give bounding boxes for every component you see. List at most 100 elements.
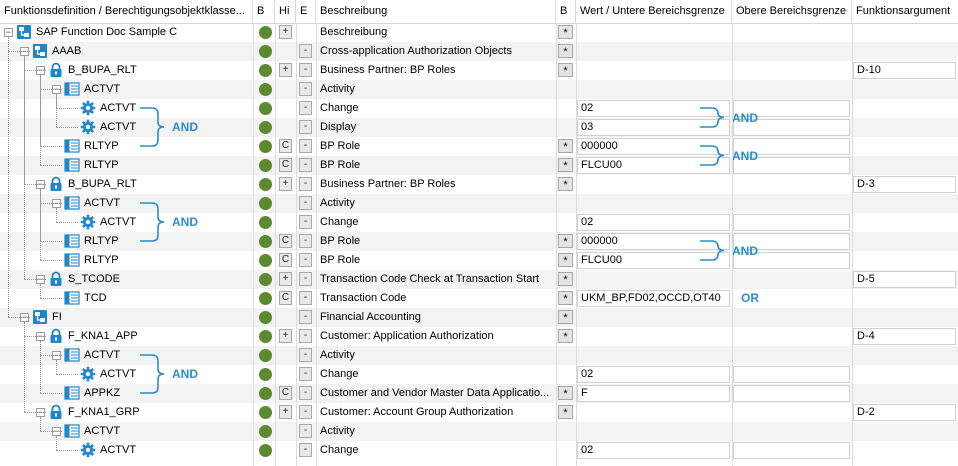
hierarchy-button[interactable]: C <box>279 139 292 153</box>
exclude-button[interactable]: - <box>299 196 312 210</box>
value-help-button[interactable]: * <box>558 291 573 305</box>
table-row[interactable]: − F_KNA1_GRP + - Customer: Account Group Aut… <box>0 403 958 422</box>
hierarchy-button[interactable]: C <box>279 386 292 400</box>
hierarchy-button[interactable]: + <box>279 272 292 286</box>
column-header-function-argument[interactable]: Funktionsargument <box>852 0 958 23</box>
tree-connector <box>40 260 62 261</box>
value-help-button[interactable]: * <box>558 386 573 400</box>
function-argument-field[interactable]: D-5 <box>853 271 956 288</box>
hierarchy-button[interactable]: C <box>279 291 292 305</box>
value-help-button[interactable]: * <box>558 25 573 39</box>
value-help-button[interactable]: * <box>558 158 573 172</box>
exclude-button[interactable]: - <box>299 386 312 400</box>
upper-bound-field[interactable] <box>733 214 850 231</box>
exclude-button[interactable]: - <box>299 405 312 419</box>
hierarchy-button[interactable]: + <box>279 329 292 343</box>
exclude-button[interactable]: - <box>299 63 312 77</box>
column-header-b2[interactable]: B <box>556 0 576 23</box>
exclude-button[interactable]: - <box>299 424 312 438</box>
exclude-button[interactable]: - <box>299 367 312 381</box>
exclude-button[interactable]: - <box>299 253 312 267</box>
lower-bound-field[interactable]: 02 <box>577 366 730 383</box>
table-row[interactable]: − ACTVT - Activity <box>0 422 958 441</box>
gear-icon <box>80 214 96 230</box>
column-header-lower-bound[interactable]: Wert / Untere Bereichsgrenze <box>576 0 732 23</box>
function-argument-field[interactable]: D-4 <box>853 328 956 345</box>
table-row[interactable]: ACTVT - Change 02 <box>0 441 958 460</box>
lower-bound-field[interactable]: 02 <box>577 442 730 459</box>
column-divider <box>316 23 317 466</box>
column-header-b[interactable]: B <box>253 0 275 23</box>
exclude-button[interactable]: - <box>299 44 312 58</box>
value-help-button[interactable]: * <box>558 63 573 77</box>
function-argument-field[interactable]: D-3 <box>853 176 956 193</box>
value-help-button[interactable]: * <box>558 272 573 286</box>
status-dot <box>259 64 272 77</box>
hierarchy-button[interactable]: + <box>279 405 292 419</box>
table-row[interactable]: − FI - Financial Accounting * <box>0 308 958 327</box>
exclude-button[interactable]: - <box>299 120 312 134</box>
exclude-button[interactable]: - <box>299 291 312 305</box>
hierarchy-button[interactable]: + <box>279 63 292 77</box>
hierarchy-button[interactable]: C <box>279 253 292 267</box>
node-label: S_TCODE <box>68 273 120 285</box>
table-row[interactable]: − B_BUPA_RLT + - Business Partner: BP Roles *… <box>0 61 958 80</box>
table-row[interactable]: − S_TCODE + - Transaction Code Check at Tran… <box>0 270 958 289</box>
hierarchy-button[interactable]: C <box>279 234 292 248</box>
exclude-button[interactable]: - <box>299 177 312 191</box>
tree-connector <box>40 298 62 299</box>
exclude-button[interactable]: - <box>299 310 312 324</box>
column-header-hi[interactable]: Hi <box>275 0 296 23</box>
value-help-button[interactable]: * <box>558 329 573 343</box>
column-header-description[interactable]: Beschreibung <box>316 0 556 23</box>
status-dot <box>259 273 272 286</box>
column-header-upper-bound[interactable]: Obere Bereichsgrenze <box>732 0 852 23</box>
value-help-button[interactable]: * <box>558 234 573 248</box>
description-text: Cross-application Authorization Objects <box>320 45 512 57</box>
node-label: ACTVT <box>100 444 137 456</box>
upper-bound-field[interactable] <box>733 366 850 383</box>
value-help-button[interactable]: * <box>558 139 573 153</box>
exclude-button[interactable]: - <box>299 215 312 229</box>
column-header-function-definition[interactable]: Funktionsdefinition / Berechtigungsobjek… <box>0 0 253 23</box>
table-row[interactable]: − SAP Function Doc Sample C + Beschreibung * <box>0 23 958 42</box>
upper-bound-field[interactable] <box>733 442 850 459</box>
table-row[interactable]: − F_KNA1_APP + - Customer: Application Autho… <box>0 327 958 346</box>
table-row[interactable]: − ACTVT - Activity <box>0 80 958 99</box>
lower-bound-field[interactable]: UKM_BP,FD02,OCCD,OT40 <box>577 290 730 307</box>
collapse-toggle[interactable]: − <box>4 28 13 37</box>
exclude-button[interactable]: - <box>299 101 312 115</box>
lower-bound-field[interactable]: 02 <box>577 214 730 231</box>
table-row[interactable]: RLTYP C - BP Role * FLCU00 <box>0 251 958 270</box>
value-help-button[interactable]: * <box>558 253 573 267</box>
upper-bound-field[interactable] <box>733 385 850 402</box>
hierarchy-button[interactable]: C <box>279 158 292 172</box>
value-help-button[interactable]: * <box>558 310 573 324</box>
column-divider <box>852 23 853 466</box>
function-argument-field[interactable]: D-2 <box>853 404 956 421</box>
table-row[interactable]: − AAAB - Cross-application Authorization Ob… <box>0 42 958 61</box>
exclude-button[interactable]: - <box>299 329 312 343</box>
exclude-button[interactable]: - <box>299 82 312 96</box>
hierarchy-button[interactable]: + <box>279 25 292 39</box>
tree-connector <box>40 341 41 393</box>
function-argument-field[interactable]: D-10 <box>853 62 956 79</box>
table-row[interactable]: − B_BUPA_RLT + - Business Partner: BP Roles *… <box>0 175 958 194</box>
exclude-button[interactable]: - <box>299 272 312 286</box>
value-help-button[interactable]: * <box>558 177 573 191</box>
lower-bound-field[interactable]: F <box>577 385 730 402</box>
hierarchy-button[interactable]: + <box>279 177 292 191</box>
exclude-button[interactable]: - <box>299 139 312 153</box>
exclude-button[interactable]: - <box>299 443 312 457</box>
exclude-button[interactable]: - <box>299 234 312 248</box>
table-row[interactable]: RLTYP C - BP Role * FLCU00 <box>0 156 958 175</box>
value-help-button[interactable]: * <box>558 44 573 58</box>
lock-icon <box>48 176 64 192</box>
function-icon <box>16 24 32 40</box>
table-row[interactable]: TCD C - Transaction Code * UKM_BP,FD02,OCCD,O… <box>0 289 958 308</box>
status-dot <box>259 26 272 39</box>
column-header-e[interactable]: E <box>296 0 316 23</box>
value-help-button[interactable]: * <box>558 405 573 419</box>
exclude-button[interactable]: - <box>299 158 312 172</box>
exclude-button[interactable]: - <box>299 348 312 362</box>
